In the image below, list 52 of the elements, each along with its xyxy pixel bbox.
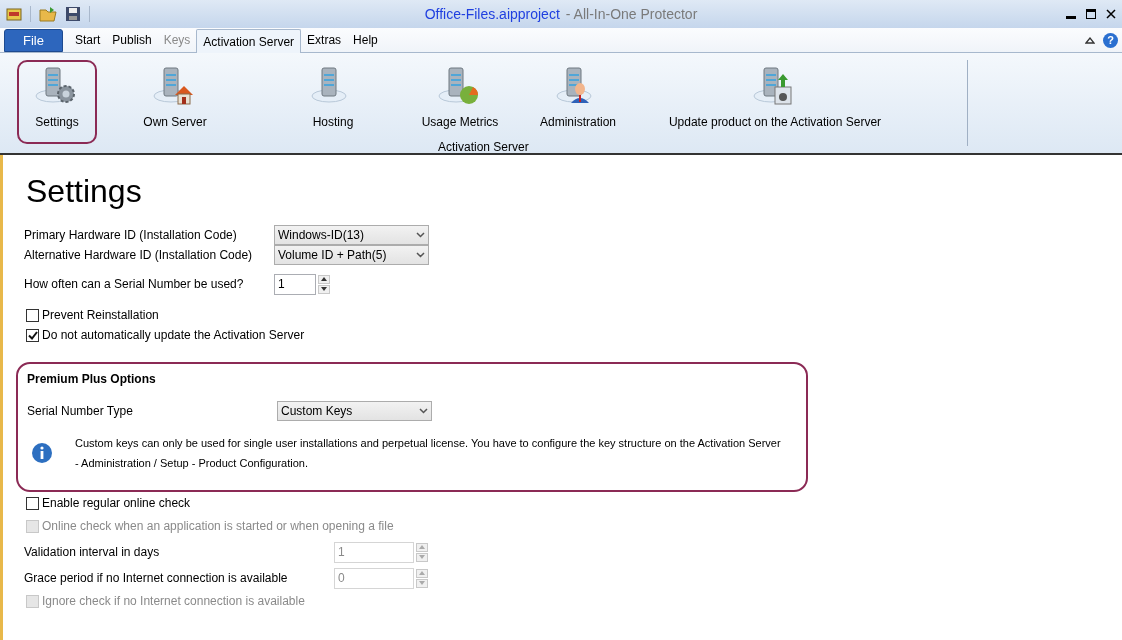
chevron-down-icon [416,252,425,258]
page-heading: Settings [26,172,143,211]
dropdown[interactable]: Windows-ID(13) [274,225,429,245]
field-label: Validation interval in days [24,544,161,561]
field-label: Grace period if no Internet connection is available [24,570,289,587]
section-title: Premium Plus Options [27,371,157,388]
field-label: Serial Number Type [27,403,134,420]
checkbox[interactable] [26,328,39,342]
close-icon[interactable] [1106,9,1116,19]
file-tab[interactable]: File [4,29,63,52]
help-button[interactable]: ? [1103,33,1118,48]
ribbon-button[interactable]: Hosting [283,60,383,144]
checkbox-label: Ignore check if no Internet connection is available [42,593,305,610]
checkmark-icon [27,330,38,340]
arrow-up-icon [419,545,425,549]
info-text: Custom keys can only be used for single user installations and perpetual license. You have to configure the key structure on the Activation Server - Administration / Setup - Product Configuration. [75,436,781,471]
field-label: How often can a Serial Number be used? [24,276,245,293]
ribbon-tab[interactable]: Start [68,28,107,52]
checkbox-label: Prevent Reinstallation [42,307,159,324]
ribbon-button[interactable]: Update product on the Activation Server [660,60,890,144]
chevron-down-icon [416,232,425,238]
arrow-down-icon [419,581,425,585]
ribbon-button[interactable]: Settings [17,60,97,144]
arrow-up-icon [321,277,327,281]
number-field[interactable]: 1 [274,273,316,295]
window-title: Office-Files.aipproject [424,4,560,24]
checkbox-label: Do not automatically update the Activation Server [42,327,305,344]
ribbon-button[interactable]: Own Server [125,60,225,144]
dropdown[interactable]: Custom Keys [277,401,432,421]
ribbon-tab[interactable]: Publish [106,28,158,52]
checkbox-label: Online check when an application is started or when opening a file [42,518,394,535]
ribbon-tab[interactable]: Extras [301,28,348,52]
arrow-down-icon [321,287,327,291]
arrow-up-icon [419,571,425,575]
collapse-ribbon-icon[interactable] [1085,37,1095,44]
field-label: Alternative Hardware ID (Installation Code) [24,247,254,264]
info-icon [31,442,53,464]
maximize-icon[interactable] [1086,9,1096,19]
arrow-down-icon [419,555,425,559]
checkbox[interactable] [26,496,39,510]
spin-buttons[interactable] [318,274,330,294]
chevron-down-icon [419,408,428,414]
folder-icon[interactable] [39,6,57,22]
ribbon-tab[interactable]: Activation Server [196,29,302,53]
checkbox-label: Enable regular online check [42,495,191,512]
app-name: - All-In-One Protector [565,4,698,24]
field-label: Primary Hardware ID (Installation Code) [24,227,238,244]
ribbon-tab[interactable]: Help [347,28,384,52]
app-icon[interactable] [6,6,22,22]
dropdown[interactable]: Volume ID + Path(5) [274,245,429,265]
checkbox[interactable] [26,308,39,322]
save-icon[interactable] [65,6,81,22]
